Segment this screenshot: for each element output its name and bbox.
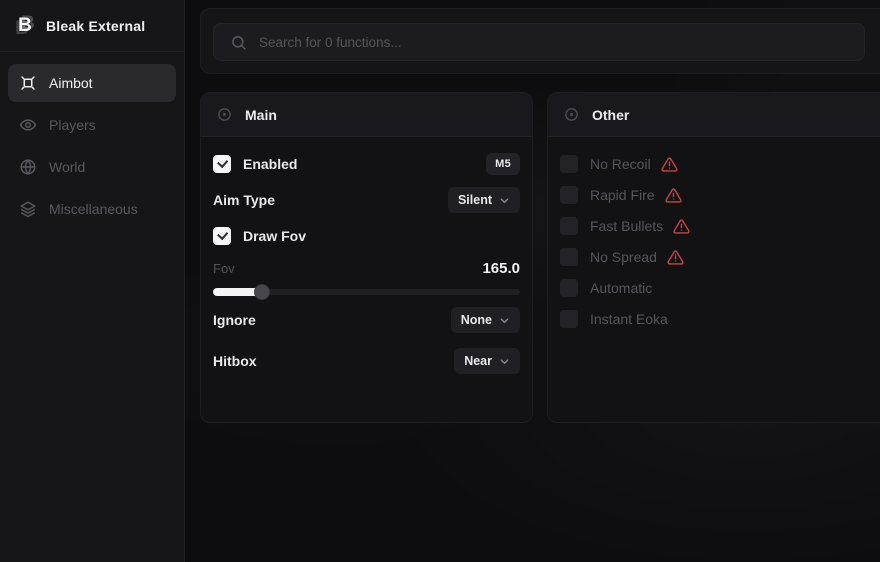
warning-triangle-icon bbox=[665, 187, 682, 204]
hitbox-value: Near bbox=[464, 354, 492, 368]
enabled-checkbox[interactable] bbox=[213, 155, 231, 173]
panel-title: Main bbox=[245, 107, 277, 123]
fov-row: Fov 165.0 bbox=[213, 259, 520, 277]
ignore-row: Ignore None bbox=[213, 307, 520, 333]
rapid-fire-checkbox[interactable] bbox=[560, 186, 578, 204]
eye-icon bbox=[19, 116, 37, 134]
toggle-row-rapid-fire: Rapid Fire bbox=[560, 183, 877, 207]
gear-icon bbox=[216, 106, 233, 123]
fov-label: Fov bbox=[213, 261, 235, 276]
fast-bullets-label: Fast Bullets bbox=[590, 218, 663, 234]
warning-triangle-icon bbox=[673, 218, 690, 235]
toggle-row-fast-bullets: Fast Bullets bbox=[560, 214, 877, 238]
aim-type-dropdown[interactable]: Silent bbox=[448, 187, 520, 213]
warning-triangle-icon bbox=[661, 156, 678, 173]
panel-title: Other bbox=[592, 107, 629, 123]
chevron-down-icon bbox=[499, 315, 510, 326]
aim-icon bbox=[19, 74, 37, 92]
aim-type-label: Aim Type bbox=[213, 192, 275, 208]
sidebar: B Bleak External Aimbot Players bbox=[0, 0, 185, 562]
sidebar-item-label: World bbox=[49, 159, 85, 175]
enabled-label: Enabled bbox=[243, 156, 297, 172]
sidebar-item-label: Miscellaneous bbox=[49, 201, 138, 217]
fast-bullets-checkbox[interactable] bbox=[560, 217, 578, 235]
aim-type-value: Silent bbox=[458, 193, 492, 207]
app-logo-icon: B bbox=[14, 15, 36, 37]
sidebar-header: B Bleak External bbox=[0, 0, 184, 52]
sidebar-item-aimbot[interactable]: Aimbot bbox=[8, 64, 176, 102]
hitbox-dropdown[interactable]: Near bbox=[454, 348, 520, 374]
keybind-badge[interactable]: M5 bbox=[486, 153, 520, 175]
search-box[interactable] bbox=[213, 23, 865, 61]
other-panel: Other No Recoil Rapid Fire bbox=[547, 92, 880, 423]
no-spread-checkbox[interactable] bbox=[560, 248, 578, 266]
warning-triangle-icon bbox=[667, 249, 684, 266]
sidebar-item-label: Players bbox=[49, 117, 96, 133]
app-title: Bleak External bbox=[46, 18, 145, 34]
rapid-fire-label: Rapid Fire bbox=[590, 187, 655, 203]
toggle-row-no-spread: No Spread bbox=[560, 245, 877, 269]
ignore-dropdown[interactable]: None bbox=[451, 307, 520, 333]
instant-eoka-checkbox[interactable] bbox=[560, 310, 578, 328]
main-panel: Main Enabled M5 Aim Type Silent Draw Fov… bbox=[200, 92, 533, 423]
draw-fov-row: Draw Fov bbox=[213, 224, 520, 248]
search-panel bbox=[200, 8, 880, 74]
no-spread-label: No Spread bbox=[590, 249, 657, 265]
draw-fov-label: Draw Fov bbox=[243, 228, 306, 244]
toggle-row-no-recoil: No Recoil bbox=[560, 152, 877, 176]
sidebar-item-label: Aimbot bbox=[49, 75, 93, 91]
instant-eoka-label: Instant Eoka bbox=[590, 311, 668, 327]
no-recoil-checkbox[interactable] bbox=[560, 155, 578, 173]
enabled-row: Enabled M5 bbox=[213, 152, 520, 176]
search-input[interactable] bbox=[259, 35, 848, 50]
main-panel-header: Main bbox=[201, 93, 532, 137]
toggle-row-automatic: Automatic bbox=[560, 276, 877, 300]
chevron-down-icon bbox=[499, 195, 510, 206]
fov-slider-row bbox=[213, 284, 520, 300]
sidebar-item-miscellaneous[interactable]: Miscellaneous bbox=[8, 190, 176, 228]
sidebar-item-world[interactable]: World bbox=[8, 148, 176, 186]
ignore-value: None bbox=[461, 313, 492, 327]
hitbox-row: Hitbox Near bbox=[213, 348, 520, 374]
toggle-row-instant-eoka: Instant Eoka bbox=[560, 307, 877, 331]
globe-icon bbox=[19, 158, 37, 176]
sidebar-item-players[interactable]: Players bbox=[8, 106, 176, 144]
gear-icon bbox=[563, 106, 580, 123]
ignore-label: Ignore bbox=[213, 312, 256, 328]
sidebar-nav: Aimbot Players World bbox=[0, 52, 184, 240]
no-recoil-label: No Recoil bbox=[590, 156, 651, 172]
automatic-label: Automatic bbox=[590, 280, 652, 296]
other-panel-header: Other bbox=[548, 93, 880, 137]
search-icon bbox=[230, 34, 247, 51]
draw-fov-checkbox[interactable] bbox=[213, 227, 231, 245]
aim-type-row: Aim Type Silent bbox=[213, 187, 520, 213]
fov-value: 165.0 bbox=[482, 260, 520, 277]
chevron-down-icon bbox=[499, 356, 510, 367]
automatic-checkbox[interactable] bbox=[560, 279, 578, 297]
hitbox-label: Hitbox bbox=[213, 353, 257, 369]
fov-slider-thumb[interactable] bbox=[254, 284, 270, 300]
layers-icon bbox=[19, 200, 37, 218]
